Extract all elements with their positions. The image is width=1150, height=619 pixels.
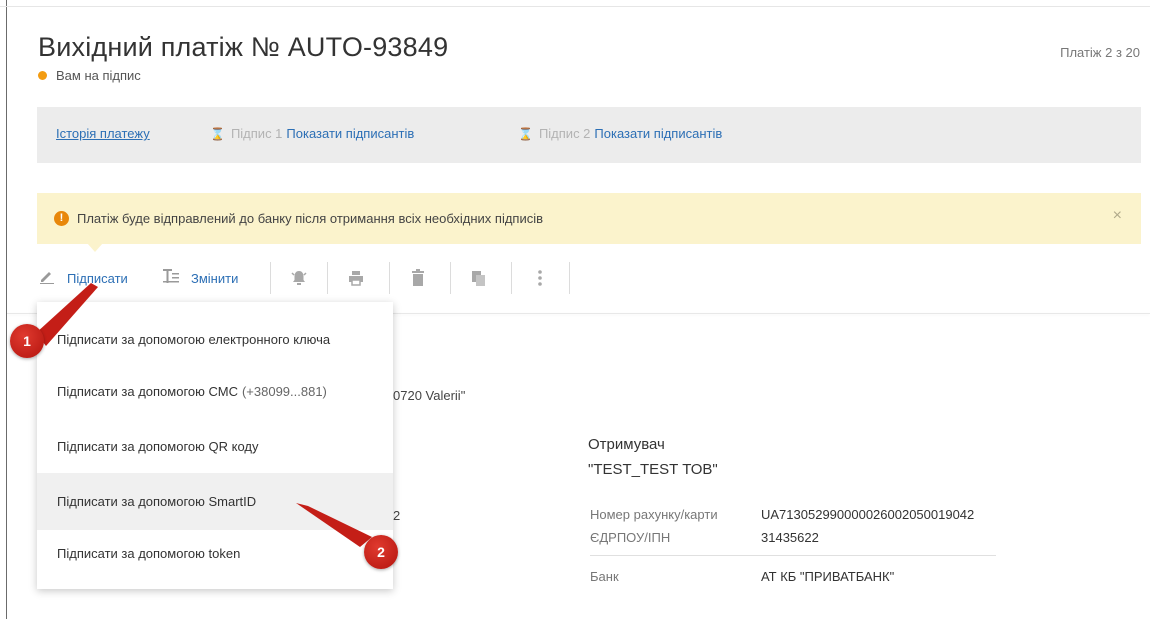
- arrow-2: [296, 503, 372, 547]
- annotation-arrows: [36, 283, 372, 547]
- arrow-1: [36, 283, 98, 346]
- step-badge-2: 2: [364, 535, 398, 569]
- step-badge-1: 1: [10, 324, 44, 358]
